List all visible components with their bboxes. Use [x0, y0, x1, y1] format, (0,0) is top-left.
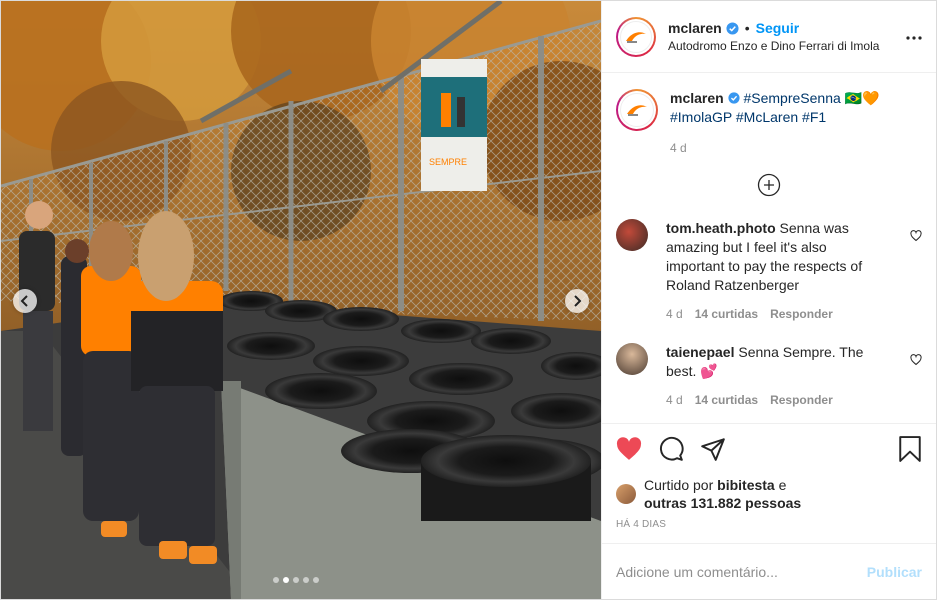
comment-like-button[interactable]	[910, 229, 922, 245]
avatar[interactable]	[616, 219, 648, 251]
verified-badge-icon	[726, 21, 739, 35]
plus-circle-icon	[757, 173, 781, 197]
post-container: SEMPRE mclaren • Seguir Autodromo Enzo e…	[0, 0, 937, 600]
paper-plane-icon	[701, 437, 725, 461]
bookmark-icon	[899, 436, 921, 462]
carousel-prev-button[interactable]	[13, 289, 37, 313]
carousel-dot	[273, 577, 279, 583]
avatar[interactable]	[616, 16, 656, 57]
avatar[interactable]	[616, 89, 658, 131]
add-comment-bar: Publicar	[602, 543, 936, 599]
comment-username[interactable]: tom.heath.photo	[666, 220, 776, 236]
carousel-dot	[303, 577, 309, 583]
mclaren-logo-icon	[626, 31, 646, 42]
liker-username[interactable]: bibitesta	[717, 477, 775, 493]
comments-section: mclaren #SempreSenna 🇧🇷🧡 #ImolaGP #McLar…	[602, 73, 936, 423]
comment-input[interactable]	[616, 563, 867, 580]
publish-button[interactable]: Publicar	[867, 564, 922, 580]
carousel-dot	[313, 577, 319, 583]
caption-age[interactable]: 4 d	[670, 141, 687, 155]
comment-item: taienepael Senna Sempre. The best. 💕 4 d…	[616, 343, 922, 407]
comment-button[interactable]	[658, 436, 684, 462]
comment-icon	[660, 436, 684, 461]
follow-button[interactable]: Seguir	[756, 20, 800, 36]
author-username[interactable]: mclaren	[668, 20, 722, 36]
photo-scene: SEMPRE	[1, 1, 601, 599]
likes-count[interactable]: outras 131.882 pessoas	[644, 495, 801, 511]
post-location[interactable]: Autodromo Enzo e Dino Ferrari di Imola	[668, 39, 879, 53]
avatar[interactable]	[616, 343, 648, 375]
liker-avatar[interactable]	[616, 484, 636, 504]
comment-item: tom.heath.photo Senna was amazing but I …	[616, 219, 922, 321]
mclaren-logo-icon	[627, 105, 647, 116]
carousel-dot	[293, 577, 299, 583]
comment-like-button[interactable]	[910, 353, 922, 369]
more-horizontal-icon	[906, 36, 922, 40]
like-button[interactable]	[616, 436, 642, 461]
post-caption: mclaren #SempreSenna 🇧🇷🧡 #ImolaGP #McLar…	[616, 89, 922, 155]
likes-connector: e	[778, 477, 787, 493]
carousel-indicator	[273, 577, 319, 583]
post-photo[interactable]: SEMPRE	[1, 1, 601, 599]
comment-age[interactable]: 4 d	[666, 307, 683, 321]
comment-likes[interactable]: 14 curtidas	[695, 307, 758, 321]
heart-outline-icon	[910, 230, 922, 242]
likes-summary: Curtido por bibitesta e outras 131.882 p…	[602, 473, 936, 515]
comment-age[interactable]: 4 d	[666, 393, 683, 407]
verified-badge-icon	[728, 92, 740, 104]
post-side-panel: mclaren • Seguir Autodromo Enzo e Dino F…	[601, 1, 936, 599]
post-header: mclaren • Seguir Autodromo Enzo e Dino F…	[602, 1, 936, 73]
likes-prefix: Curtido por	[644, 477, 714, 493]
load-more-comments-button[interactable]	[616, 173, 922, 197]
comment-reply-button[interactable]: Responder	[770, 393, 833, 407]
share-button[interactable]	[700, 436, 726, 462]
banner-text: SEMPRE	[429, 157, 467, 167]
caption-hashtags[interactable]: #ImolaGP #McLaren #F1	[670, 109, 826, 125]
heart-filled-icon	[616, 436, 642, 460]
caption-text[interactable]: #SempreSenna 🇧🇷🧡	[743, 90, 879, 106]
post-actions-bar	[602, 423, 936, 473]
header-separator: •	[744, 20, 750, 36]
comment-likes[interactable]: 14 curtidas	[695, 393, 758, 407]
save-button[interactable]	[898, 436, 922, 465]
chevron-right-icon	[574, 295, 582, 307]
chevron-left-icon	[20, 295, 28, 307]
carousel-next-button[interactable]	[565, 289, 589, 313]
post-date[interactable]: HÁ 4 DIAS	[602, 515, 936, 543]
carousel-dot-active	[283, 577, 289, 583]
more-options-button[interactable]	[906, 27, 922, 43]
caption-username[interactable]: mclaren	[670, 90, 724, 106]
heart-outline-icon	[910, 354, 922, 366]
comment-reply-button[interactable]: Responder	[770, 307, 833, 321]
comment-username[interactable]: taienepael	[666, 344, 734, 360]
